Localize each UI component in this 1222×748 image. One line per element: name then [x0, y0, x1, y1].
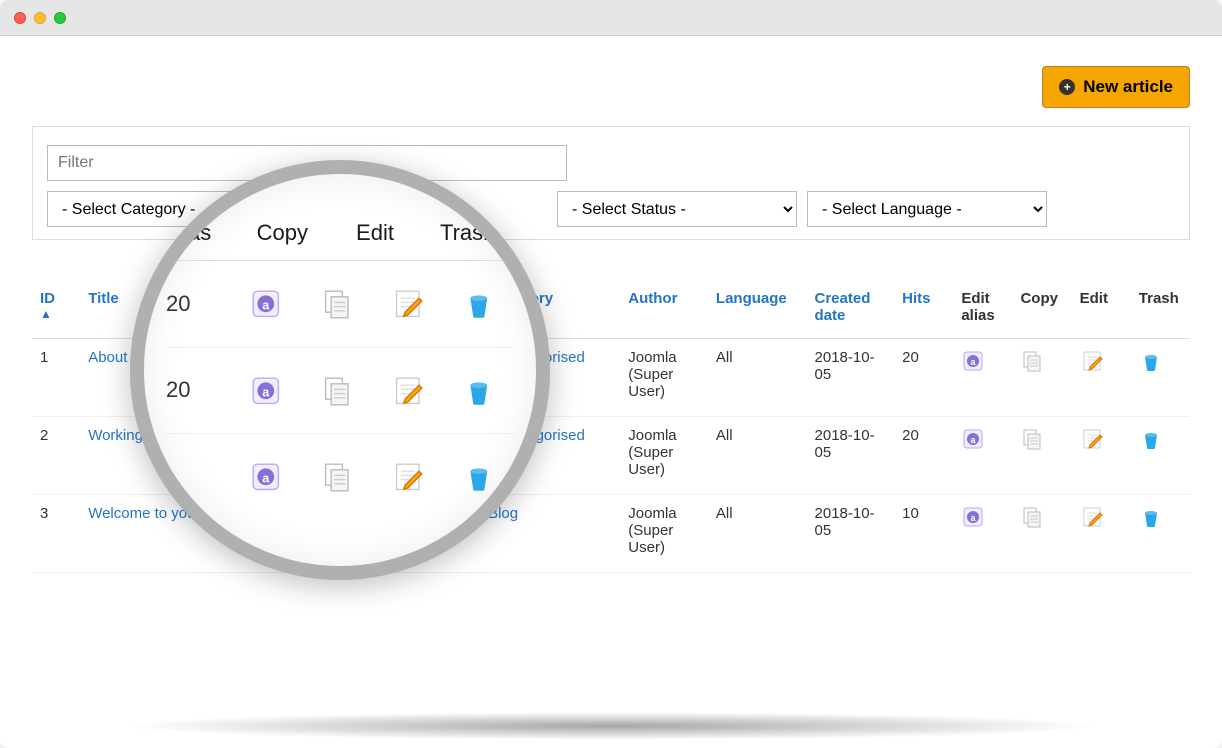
edit-alias-icon[interactable]: a [230, 374, 301, 408]
copy-icon[interactable] [1020, 427, 1044, 451]
edit-icon[interactable] [372, 287, 443, 321]
edit-alias-icon[interactable]: a [230, 287, 301, 321]
window-maximize-icon[interactable] [54, 12, 66, 24]
titlebar [0, 0, 1222, 36]
cell-hits: 10 [894, 495, 953, 573]
title-link[interactable]: About [88, 349, 127, 366]
cell-language: All [708, 417, 807, 495]
lens-col-copy: Copy [236, 220, 329, 246]
lens-row: 20 a [166, 348, 514, 435]
cell-category: Blog [480, 495, 620, 573]
drop-shadow [120, 712, 1102, 740]
lens-col-edit: Edit [329, 220, 422, 246]
col-id[interactable]: ID ▲ [32, 280, 80, 339]
svg-text:a: a [262, 298, 270, 312]
cell-author: Joomla (Super User) [620, 417, 708, 495]
sort-asc-icon: ▲ [40, 307, 72, 321]
select-language[interactable]: - Select Language - [807, 191, 1047, 227]
trash-icon[interactable] [1139, 505, 1163, 529]
col-edit: Edit [1072, 280, 1131, 339]
top-toolbar: + New article [32, 66, 1190, 108]
edit-icon[interactable] [1080, 427, 1104, 451]
copy-icon[interactable] [1020, 505, 1044, 529]
col-author[interactable]: Author [620, 280, 708, 339]
window-close-icon[interactable] [14, 12, 26, 24]
cell-author: Joomla (Super User) [620, 495, 708, 573]
edit-alias-icon[interactable]: a [230, 460, 301, 494]
trash-icon[interactable] [443, 287, 514, 321]
cell-author: Joomla (Super User) [620, 339, 708, 417]
cell-created: 2018-10-05 [807, 339, 895, 417]
col-hits[interactable]: Hits [894, 280, 953, 339]
copy-icon[interactable] [1020, 349, 1044, 373]
col-created-date[interactable]: Created date [807, 280, 895, 339]
trash-icon[interactable] [443, 460, 514, 494]
new-article-label: New article [1083, 77, 1173, 97]
edit-icon[interactable] [1080, 349, 1104, 373]
edit-alias-icon[interactable]: a [961, 349, 985, 373]
edit-icon[interactable] [372, 460, 443, 494]
plus-icon: + [1059, 79, 1075, 95]
svg-text:a: a [262, 385, 270, 399]
svg-text:a: a [262, 472, 270, 486]
cell-hits: 20 [894, 417, 953, 495]
edit-alias-icon[interactable]: a [961, 427, 985, 451]
window-minimize-icon[interactable] [34, 12, 46, 24]
cell-language: All [708, 495, 807, 573]
cell-language: All [708, 339, 807, 417]
cell-hits: 20 [894, 339, 953, 417]
col-copy: Copy [1012, 280, 1071, 339]
cell-id: 2 [32, 417, 80, 495]
lens-hits: 20 [166, 377, 230, 403]
lens-row: 20 a [166, 261, 514, 348]
edit-icon[interactable] [372, 374, 443, 408]
app-window: + New article - Select Category - - Sele… [0, 0, 1222, 748]
magnifier-lens: Edit alias Copy Edit Trash 20a20aa [130, 160, 550, 580]
edit-alias-icon[interactable]: a [961, 505, 985, 529]
col-trash: Trash [1131, 280, 1190, 339]
trash-icon[interactable] [1139, 349, 1163, 373]
col-edit-alias: Edit alias [953, 280, 1012, 339]
copy-icon[interactable] [301, 374, 372, 408]
col-language[interactable]: Language [708, 280, 807, 339]
edit-icon[interactable] [1080, 505, 1104, 529]
cell-id: 1 [32, 339, 80, 417]
cell-created: 2018-10-05 [807, 417, 895, 495]
cell-id: 3 [32, 495, 80, 573]
lens-hits: 20 [166, 291, 230, 317]
cell-created: 2018-10-05 [807, 495, 895, 573]
trash-icon[interactable] [1139, 427, 1163, 451]
copy-icon[interactable] [301, 460, 372, 494]
select-status[interactable]: - Select Status - [557, 191, 797, 227]
trash-icon[interactable] [443, 374, 514, 408]
new-article-button[interactable]: + New article [1042, 66, 1190, 108]
copy-icon[interactable] [301, 287, 372, 321]
lens-row: a [166, 434, 514, 520]
